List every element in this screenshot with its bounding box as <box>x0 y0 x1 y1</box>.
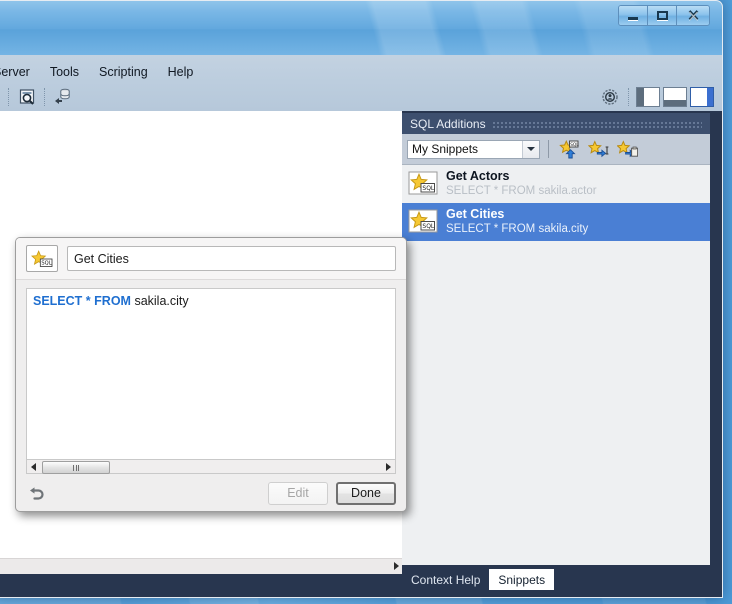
snippet-name-value: Get Cities <box>74 251 129 266</box>
sidepanel-tabs: Context Help Snippets <box>402 568 710 590</box>
sql-additions-header: SQL Additions <box>402 113 710 134</box>
toggle-output-icon[interactable] <box>663 87 687 107</box>
header-grip-dots <box>491 119 702 128</box>
snippet-name-input[interactable]: Get Cities <box>67 246 396 271</box>
scroll-right-icon[interactable] <box>386 463 391 471</box>
inspect-schema-icon[interactable] <box>15 85 39 109</box>
menu-item-server[interactable]: Server <box>0 62 40 82</box>
list-item-text: Get Actors SELECT * FROM sakila.actor <box>446 169 597 198</box>
titlebar-sheen <box>0 1 722 55</box>
minimize-icon <box>628 17 638 20</box>
menu-toolbar-strip: Server Tools Scripting Help <box>0 55 722 112</box>
sql-additions-panel: SQL Additions My Snippets SQL SQL Get Ac… <box>386 111 710 597</box>
menubar: Server Tools Scripting Help <box>0 61 203 83</box>
done-button[interactable]: Done <box>336 481 396 505</box>
window-titlebar <box>0 1 722 55</box>
editor-bottom-bar <box>0 574 402 597</box>
new-sql-editor-icon[interactable] <box>0 85 3 109</box>
output-fill <box>664 100 686 106</box>
output-empty <box>664 88 686 100</box>
edit-button[interactable]: Edit <box>268 481 328 505</box>
menu-item-scripting[interactable]: Scripting <box>89 62 158 82</box>
sql-table-name: sakila.city <box>134 294 189 308</box>
sql-keyword-from: FROM <box>94 294 131 308</box>
snippet-code-horizontal-scrollbar[interactable] <box>26 460 396 474</box>
sidebar-fill <box>637 88 644 106</box>
maximize-button[interactable] <box>648 6 677 25</box>
content-area: SQL Additions My Snippets SQL SQL Get Ac… <box>0 111 722 597</box>
maximize-icon <box>656 11 668 20</box>
snippets-list[interactable]: SQL Get Actors SELECT * FROM sakila.acto… <box>386 164 710 565</box>
snippet-title: Get Actors <box>446 169 510 184</box>
toolbar-separator-3 <box>628 88 630 106</box>
window-controls <box>618 5 710 26</box>
snippets-toolbar: My Snippets SQL <box>402 134 710 164</box>
snippet-sql-star-icon: SQL <box>408 209 438 236</box>
copy-snippet-to-clipboard-icon[interactable] <box>615 138 639 160</box>
snippets-toolbar-separator <box>548 140 550 158</box>
scrollbar-thumb[interactable] <box>42 461 110 474</box>
toggle-sidebar-icon[interactable] <box>636 87 660 107</box>
menu-item-help[interactable]: Help <box>158 62 204 82</box>
tab-context-help[interactable]: Context Help <box>402 569 489 590</box>
scroll-left-icon[interactable] <box>31 463 36 471</box>
snippet-title: Get Cities <box>446 207 505 222</box>
snippet-sql-preview: SELECT * FROM sakila.city <box>446 223 589 236</box>
list-item[interactable]: SQL Get Actors SELECT * FROM sakila.acto… <box>402 165 710 203</box>
editor-horizontal-scrollbar[interactable] <box>0 558 402 574</box>
svg-text:SQL: SQL <box>570 142 579 148</box>
snippet-editor-dialog: SQL Get Cities SELECT * FROM sakila.city <box>15 237 407 512</box>
toggle-secondary-sidebar-icon[interactable] <box>690 87 714 107</box>
secondary-empty <box>691 88 707 106</box>
snippet-dialog-footer: Edit Done <box>16 475 406 511</box>
secondary-fill <box>707 88 713 106</box>
svg-text:SQL: SQL <box>422 223 435 230</box>
add-snippet-from-editor-icon[interactable]: SQL <box>557 138 581 160</box>
toolbar-separator-2 <box>44 88 46 106</box>
tab-snippets[interactable]: Snippets <box>489 569 555 590</box>
insert-snippet-at-cursor-icon[interactable] <box>586 138 610 160</box>
list-item-text: Get Cities SELECT * FROM sakila.city <box>446 207 588 236</box>
close-button[interactable] <box>677 6 709 25</box>
svg-text:SQL: SQL <box>422 185 435 192</box>
admin-icon[interactable] <box>598 85 622 109</box>
sql-additions-title: SQL Additions <box>410 116 486 131</box>
close-icon <box>688 10 698 21</box>
sidebar-empty <box>644 88 659 106</box>
dialog-buttons: Edit Done <box>260 481 396 505</box>
scroll-right-icon[interactable] <box>394 562 399 570</box>
svg-text:SQL: SQL <box>41 260 51 266</box>
undo-arrow-icon[interactable] <box>26 483 48 503</box>
main-toolbar <box>0 83 75 111</box>
application-window: Server Tools Scripting Help <box>0 0 723 598</box>
snippet-sql-star-icon: SQL <box>408 171 438 198</box>
snippet-name-row: SQL Get Cities <box>16 238 406 280</box>
snippet-code-editor[interactable]: SELECT * FROM sakila.city <box>26 288 396 460</box>
toolbar-right-group <box>598 83 714 111</box>
minimize-button[interactable] <box>619 6 648 25</box>
connect-to-server-icon[interactable] <box>51 85 75 109</box>
chevron-down-icon[interactable] <box>522 140 539 158</box>
menu-item-tools[interactable]: Tools <box>40 62 89 82</box>
sql-asterisk: * <box>85 294 91 308</box>
sql-keyword-select: SELECT <box>33 294 83 308</box>
list-item[interactable]: SQL Get Cities SELECT * FROM sakila.city <box>402 203 710 241</box>
snippet-sql-star-icon: SQL <box>26 245 58 272</box>
toolbar-separator-1 <box>8 88 10 106</box>
snippet-category-value: My Snippets <box>412 142 479 156</box>
snippet-category-select[interactable]: My Snippets <box>407 139 540 159</box>
snippet-sql-preview: SELECT * FROM sakila.actor <box>446 185 597 198</box>
